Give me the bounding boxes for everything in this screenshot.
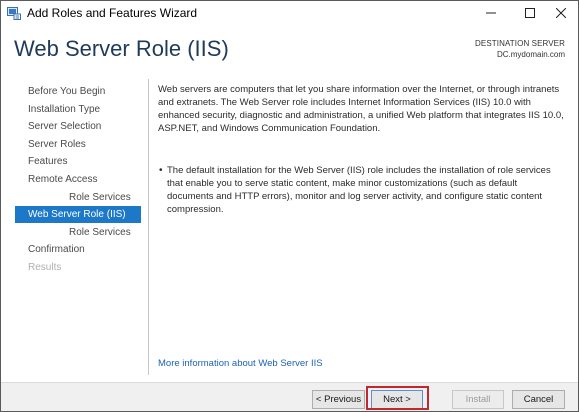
wizard-window: Add Roles and Features Wizard Web Server… — [0, 0, 579, 412]
nav-item-web-server-role-services[interactable]: Role Services — [15, 224, 141, 241]
close-icon — [556, 8, 566, 18]
nav-item-server-selection[interactable]: Server Selection — [15, 118, 141, 135]
server-manager-icon — [7, 6, 21, 20]
wizard-header: Web Server Role (IIS) DESTINATION SERVER… — [1, 25, 578, 71]
previous-button[interactable]: < Previous — [312, 390, 365, 409]
close-button[interactable] — [541, 1, 578, 25]
nav-item-features[interactable]: Features — [15, 153, 141, 170]
maximize-icon — [525, 8, 535, 18]
nav-item-server-roles[interactable]: Server Roles — [15, 136, 141, 153]
destination-server-label: DESTINATION SERVER — [475, 39, 565, 48]
nav-divider — [148, 79, 149, 375]
destination-server-value: DC.mydomain.com — [496, 50, 565, 59]
more-info-link[interactable]: More information about Web Server IIS — [158, 357, 323, 370]
title-bar: Add Roles and Features Wizard — [1, 1, 578, 25]
page-title: Web Server Role (IIS) — [14, 36, 229, 61]
nav-item-web-server-role[interactable]: Web Server Role (IIS) — [15, 206, 141, 224]
install-button: Install — [452, 390, 504, 409]
bullet-icon: • — [159, 165, 163, 176]
minimize-icon — [486, 12, 496, 14]
nav-item-before-you-begin[interactable]: Before You Begin — [15, 83, 141, 100]
nav-item-results: Results — [28, 262, 62, 273]
bullet-item: • The default installation for the Web S… — [158, 164, 566, 216]
nav-item-remote-access-role-services[interactable]: Role Services — [15, 189, 141, 206]
nav-item-remote-access[interactable]: Remote Access — [15, 171, 141, 188]
wizard-footer: < Previous Next > Install Cancel — [1, 382, 578, 411]
nav-item-installation-type[interactable]: Installation Type — [15, 101, 141, 118]
bullet-text: The default installation for the Web Ser… — [167, 165, 551, 215]
cancel-button[interactable]: Cancel — [512, 390, 565, 409]
nav-item-confirmation[interactable]: Confirmation — [15, 241, 141, 258]
next-button[interactable]: Next > — [371, 390, 423, 409]
content-pane: Web servers are computers that let you s… — [158, 83, 568, 373]
intro-paragraph: Web servers are computers that let you s… — [158, 84, 564, 134]
wizard-nav: Before You Begin Installation Type Serve… — [1, 83, 146, 383]
window-title: Add Roles and Features Wizard — [27, 6, 198, 20]
minimize-button[interactable] — [471, 1, 511, 25]
